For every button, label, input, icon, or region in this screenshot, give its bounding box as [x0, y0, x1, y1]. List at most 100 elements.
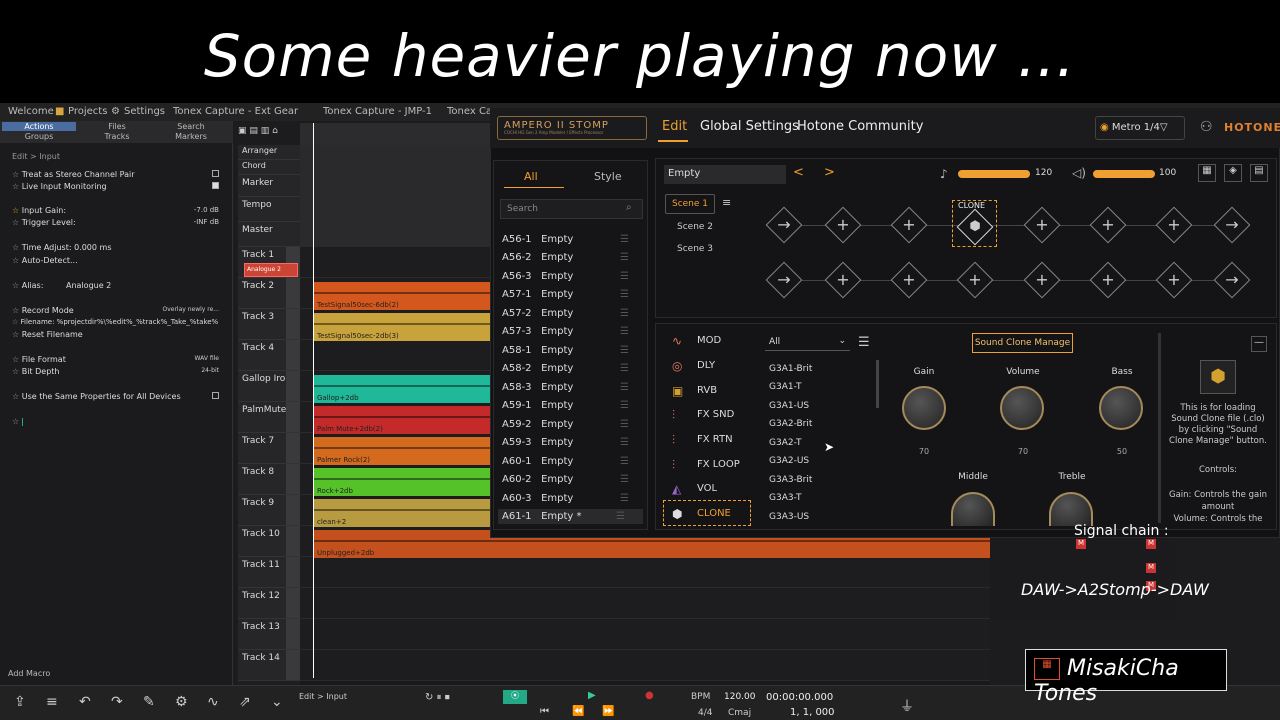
preset-row[interactable]: A60-2 Empty ☰ — [502, 474, 629, 485]
upload-icon[interactable]: ⇪ — [14, 694, 26, 710]
row-time-adjust[interactable]: ☆ Time Adjust: 0.000 ms — [12, 243, 227, 252]
row-stereo-pair[interactable]: ☆ Treat as Stereo Channel Pair — [12, 170, 227, 179]
scene-edit-icon[interactable]: ≡ — [722, 196, 731, 209]
mute-button-2[interactable]: M — [1146, 539, 1156, 549]
category-fx-loop[interactable]: FX LOOP — [697, 459, 740, 470]
category-clone[interactable]: CLONE — [697, 508, 731, 519]
plugin-icon[interactable]: ⚙ — [175, 694, 188, 710]
track1-input-chip[interactable]: Analogue 2 — [244, 263, 298, 277]
rewind-start-icon[interactable]: ⏮ — [540, 706, 549, 717]
prev-preset-button[interactable]: < — [793, 165, 804, 180]
category-mod[interactable]: MOD — [697, 335, 721, 346]
audio-clip[interactable]: Palmer Rock(2) — [314, 437, 504, 465]
audio-clip[interactable]: TestSignal50sec-2db(3) — [314, 313, 504, 341]
row-input-gain[interactable]: ☆ Input Gain: -7.0 dB — [12, 206, 227, 215]
timecode-display[interactable]: 00:00:00.000 — [766, 692, 833, 703]
model-item[interactable]: G3A3-US — [769, 512, 809, 522]
gain-knob[interactable] — [902, 386, 946, 430]
preset-row[interactable]: A59-1 Empty ☰ — [502, 400, 629, 411]
category-dly[interactable]: DLY — [697, 360, 715, 371]
track-lane[interactable] — [300, 650, 990, 681]
model-item[interactable]: G3A2-US — [769, 456, 809, 466]
next-preset-button[interactable]: > — [824, 165, 835, 180]
row-trigger-level[interactable]: ☆ Trigger Level: -INF dB — [12, 218, 227, 227]
model-item[interactable]: G3A1-US — [769, 401, 809, 411]
bpm-value[interactable]: 120.00 — [724, 692, 756, 702]
more-icon[interactable]: ⌄ — [271, 694, 283, 710]
track-header[interactable]: Gallop Iron — [238, 371, 300, 402]
row-filename[interactable]: ☆ Filename: %projectdir%\%edit%_%track%_… — [12, 318, 227, 326]
preset-row[interactable]: A60-3 Empty ☰ — [502, 493, 629, 504]
track-header[interactable]: Track 4 — [238, 340, 300, 371]
tempo-slider[interactable] — [958, 170, 1030, 178]
tab-projects[interactable]: Projects — [68, 106, 107, 117]
volume-knob[interactable] — [1000, 386, 1044, 430]
bass-knob[interactable] — [1099, 386, 1143, 430]
tab-welcome[interactable]: Welcome — [8, 106, 54, 117]
undo-icon[interactable]: ↶ — [79, 694, 91, 710]
row-bit-depth[interactable]: ☆ Bit Depth 24-bit — [12, 367, 227, 376]
row-record-mode[interactable]: ☆ Record Mode Overlay newly re... — [12, 306, 227, 315]
row-reset-filename[interactable]: ☆ Reset Filename — [12, 330, 227, 339]
track-header[interactable]: Tempo — [238, 197, 300, 222]
audio-clip[interactable]: Gallop+2db — [314, 375, 504, 403]
loop-controls-icon[interactable]: ↻ ⏸ ⏹ — [425, 692, 450, 703]
nav-hotone-community[interactable]: Hotone Community — [797, 119, 923, 134]
time-signature[interactable]: 4/4 — [698, 708, 712, 718]
preset-row[interactable]: A57-3 Empty ☰ — [502, 326, 629, 337]
track-header[interactable]: Track 14 — [238, 650, 300, 681]
preset-tab-all[interactable]: All — [524, 170, 538, 183]
track-header[interactable]: Track 11 — [238, 557, 300, 588]
scene-3-button[interactable]: Scene 3 — [677, 244, 713, 254]
audio-clip[interactable]: Rock+2db — [314, 468, 504, 496]
preset-row[interactable]: A59-3 Empty ☰ — [502, 437, 629, 448]
forward-icon[interactable]: ⏩ — [602, 706, 614, 717]
track-lane[interactable] — [300, 619, 990, 650]
model-item[interactable]: G3A1-Brit — [769, 364, 812, 374]
add-macro-button[interactable]: Add Macro — [8, 669, 50, 678]
preset-tab-style[interactable]: Style — [594, 170, 622, 183]
track-header[interactable]: Marker — [238, 175, 300, 197]
track-header[interactable]: Track 3 — [238, 309, 300, 340]
user-icon[interactable]: ⚇ — [1200, 119, 1213, 135]
track-header[interactable]: Track 7 — [238, 433, 300, 464]
model-item[interactable]: G3A3-T — [769, 493, 802, 503]
preset-row[interactable]: A56-2 Empty ☰ — [502, 252, 629, 263]
tab-tonex-ext-gear[interactable]: Tonex Capture - Ext Gear — [173, 106, 298, 117]
tab-actions[interactable]: Actions — [2, 122, 76, 131]
volume-slider[interactable] — [1093, 170, 1155, 178]
collapse-button[interactable]: — — [1251, 336, 1267, 352]
menu-icon[interactable]: ≡ — [46, 694, 58, 710]
list-scrollbar[interactable] — [876, 360, 879, 408]
audio-clip[interactable]: clean+2 — [314, 499, 504, 527]
track-header[interactable]: Chord — [238, 160, 300, 175]
toolbar-icons[interactable]: ▣ ▤ ▥ ⌂ — [238, 126, 298, 140]
rewind-icon[interactable]: ⏪ — [572, 706, 584, 717]
list-menu-icon[interactable]: ☰ — [858, 335, 870, 350]
tab-tracks[interactable]: Tracks — [80, 132, 154, 141]
preset-row[interactable]: A56-3 Empty ☰ — [502, 271, 629, 282]
record-mode-button[interactable]: ⦿ — [503, 690, 527, 704]
preset-row[interactable]: A58-2 Empty ☰ — [502, 363, 629, 374]
track-header[interactable]: Track 9 — [238, 495, 300, 526]
audio-clip[interactable]: TestSignal50sec-6db(2) — [314, 282, 504, 310]
share-icon[interactable]: ⇗ — [239, 694, 251, 710]
nav-edit[interactable]: Edit — [662, 119, 687, 134]
preset-row-selected[interactable]: A61-1 Empty * ☰ — [498, 509, 643, 524]
category-rvb[interactable]: RVB — [697, 385, 717, 396]
track-header[interactable]: Track 10 — [238, 526, 300, 557]
metronome-button[interactable]: ◉ Metro 1/4▽ — [1095, 116, 1185, 140]
tab-search[interactable]: Search — [154, 122, 228, 131]
track-header[interactable]: Track 8 — [238, 464, 300, 495]
preset-row[interactable]: A60-1 Empty ☰ — [502, 456, 629, 467]
track-header[interactable]: Track 13 — [238, 619, 300, 650]
preset-row[interactable]: A57-1 Empty ☰ — [502, 289, 629, 300]
track-lane[interactable] — [300, 557, 990, 588]
track-header[interactable]: Master — [238, 222, 300, 247]
tab-tonex-jmp1[interactable]: Tonex Capture - JMP-1 — [323, 106, 432, 117]
track-header[interactable]: Track 2 — [238, 278, 300, 309]
waveform-icon[interactable]: ∿ — [207, 694, 219, 710]
category-fx-snd[interactable]: FX SND — [697, 409, 734, 420]
nav-global-settings[interactable]: Global Settings — [700, 119, 799, 134]
params-scrollbar[interactable] — [1158, 333, 1161, 523]
